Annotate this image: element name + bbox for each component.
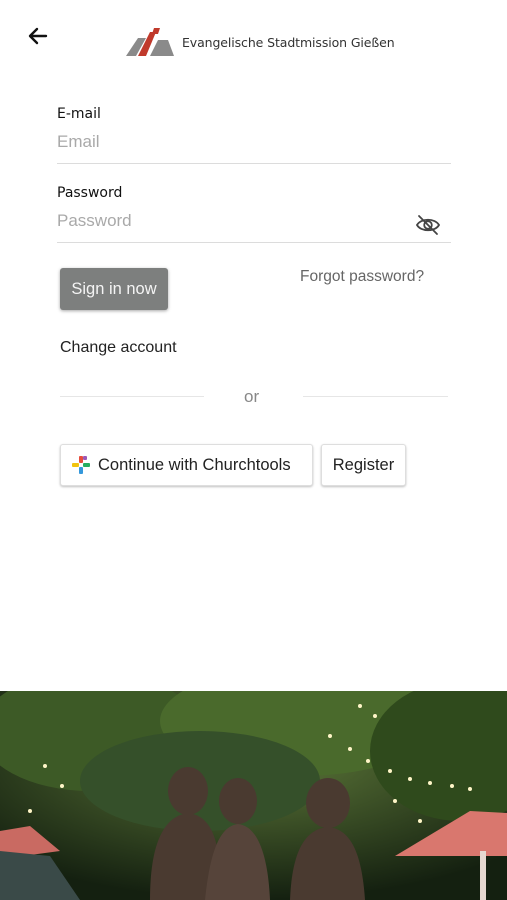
brand-name: Evangelische Stadtmission Gießen: [182, 34, 395, 50]
password-label: Password: [57, 185, 123, 201]
change-account-link[interactable]: Change account: [60, 339, 177, 357]
email-input[interactable]: [57, 130, 451, 154]
background-photo: [0, 691, 507, 900]
brand-logo: Evangelische Stadtmission Gießen: [124, 26, 395, 58]
divider-right: [303, 396, 448, 397]
divider-left: [60, 396, 204, 397]
back-button[interactable]: [22, 22, 54, 50]
churchtools-cross-icon: [72, 456, 90, 474]
continue-with-churchtools-button[interactable]: Continue with Churchtools: [60, 444, 313, 486]
password-field-group: Password: [57, 185, 451, 243]
sign-in-button[interactable]: Sign in now: [60, 268, 168, 310]
forgot-password-link[interactable]: Forgot password?: [300, 268, 424, 286]
register-button[interactable]: Register: [321, 444, 406, 486]
password-underline: [57, 242, 451, 243]
divider-or-text: or: [244, 387, 260, 406]
arrow-left-icon: [28, 27, 48, 45]
password-input[interactable]: [57, 209, 451, 233]
toggle-password-visibility[interactable]: [415, 214, 441, 241]
email-underline: [57, 163, 451, 164]
churchtools-button-label: Continue with Churchtools: [98, 455, 291, 474]
eye-off-icon: [415, 215, 441, 235]
logo-mark-icon: [126, 28, 174, 56]
email-label: E-mail: [57, 106, 101, 122]
statues-night-photo: [0, 691, 507, 900]
email-field-group: E-mail: [57, 106, 451, 164]
